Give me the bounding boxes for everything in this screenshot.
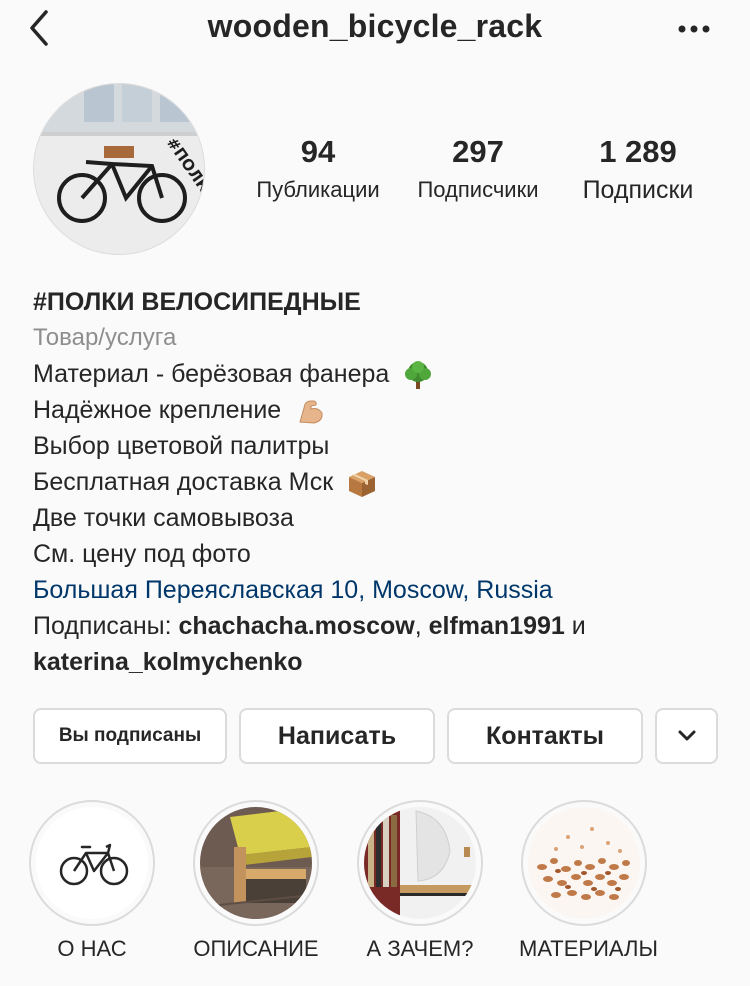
stat-followers-count: 297 — [452, 134, 504, 169]
stat-following-count: 1 289 — [599, 134, 677, 169]
chevron-down-icon — [678, 730, 695, 741]
stat-posts-count: 94 — [300, 134, 336, 169]
stat-followers[interactable]: 297 Подписчики — [404, 134, 552, 210]
message-button[interactable]: Написать — [239, 708, 435, 764]
bicycle-icon — [36, 807, 148, 919]
location-link[interactable]: Большая Переяславская 10, Moscow, Russia — [33, 572, 723, 608]
wood-chips-photo — [528, 807, 640, 919]
followed-by-prefix: Подписаны: — [33, 612, 179, 640]
bio-line: Две точки самовывоза — [33, 500, 723, 536]
followed-by: Подписаны: chachacha.moscow, elfman1991 … — [33, 608, 723, 644]
stat-following[interactable]: 1 289 Подписки — [565, 134, 711, 210]
highlight-ring — [521, 800, 647, 926]
message-button-label: Написать — [277, 721, 397, 750]
flexed-biceps-emoji — [299, 400, 323, 424]
bio-line: См. цену под фото — [33, 536, 723, 572]
bio-line-text: Две точки самовывоза — [33, 504, 294, 532]
bio-line-text: См. цену под фото — [33, 540, 251, 568]
profile-display-name: #ПОЛКИ ВЕЛОСИПЕДНЫЕ — [33, 288, 361, 316]
following-button[interactable]: Вы подписаны — [33, 708, 227, 764]
package-emoji — [349, 471, 376, 498]
followed-by-separator: , — [414, 612, 429, 640]
stat-posts[interactable]: 94 Публикации — [244, 134, 392, 210]
profile-bio: #ПОЛКИ ВЕЛОСИПЕДНЫЕ Товар/услуга Материа… — [33, 284, 723, 680]
highlight-cover — [36, 807, 148, 919]
tree-emoji — [405, 361, 432, 390]
bio-line-text: Бесплатная доставка Мск — [33, 468, 334, 496]
highlight-ring — [357, 800, 483, 926]
highlight-about[interactable]: О НАС — [27, 800, 157, 962]
bio-line-text: Материал - берёзовая фанера — [33, 360, 390, 388]
bio-line-text: Выбор цветовой палитры — [33, 432, 330, 460]
profile-category: Товар/услуга — [33, 324, 177, 351]
profile-avatar[interactable]: #ПОЛКИ — [33, 83, 205, 255]
following-button-label: Вы подписаны — [58, 725, 202, 746]
stat-followers-label: Подписчики — [417, 177, 539, 202]
more-options-button[interactable] — [672, 14, 720, 44]
profile-username: wooden_bicycle_rack — [207, 8, 543, 44]
followed-by-continued: katerina_kolmychenko — [33, 644, 723, 680]
bio-line: Бесплатная доставка Мск — [33, 464, 723, 500]
followed-by-user-link[interactable]: katerina_kolmychenko — [33, 648, 303, 676]
highlight-cover — [364, 807, 476, 919]
bio-line: Надёжное крепление — [33, 392, 723, 428]
highlight-label: ОПИСАНИЕ — [193, 936, 319, 961]
stat-posts-label: Публикации — [256, 177, 380, 202]
highlight-why[interactable]: А ЗАЧЕМ? — [355, 800, 485, 962]
contacts-button[interactable]: Контакты — [447, 708, 643, 764]
bio-line: Выбор цветовой палитры — [33, 428, 723, 464]
followed-by-separator: и — [564, 612, 586, 640]
more-horizontal-icon — [678, 25, 710, 33]
suggested-accounts-button[interactable] — [655, 708, 718, 764]
shelf-photo — [364, 807, 476, 919]
stat-following-label: Подписки — [582, 176, 694, 204]
highlight-label: О НАС — [57, 936, 127, 961]
highlight-ring — [193, 800, 319, 926]
bicycle-on-shelf-photo: #ПОЛКИ — [34, 84, 204, 254]
followed-by-user-link[interactable]: elfman1991 — [429, 612, 565, 640]
bio-line: Материал - берёзовая фанера — [33, 356, 723, 392]
highlight-ring — [29, 800, 155, 926]
top-bar: wooden_bicycle_rack — [0, 0, 750, 60]
bio-line-text: Надёжное крепление — [33, 396, 282, 424]
highlight-label: А ЗАЧЕМ? — [366, 936, 474, 961]
contacts-button-label: Контакты — [486, 721, 604, 750]
highlight-label: МАТЕРИАЛЫ — [519, 936, 658, 961]
followed-by-user-link[interactable]: chachacha.moscow — [178, 612, 414, 640]
highlight-cover — [528, 807, 640, 919]
highlight-materials[interactable]: МАТЕРИАЛЫ — [519, 800, 658, 962]
highlight-cover — [200, 807, 312, 919]
highlight-description[interactable]: ОПИСАНИЕ — [191, 800, 321, 962]
shelf-photo — [200, 807, 312, 919]
